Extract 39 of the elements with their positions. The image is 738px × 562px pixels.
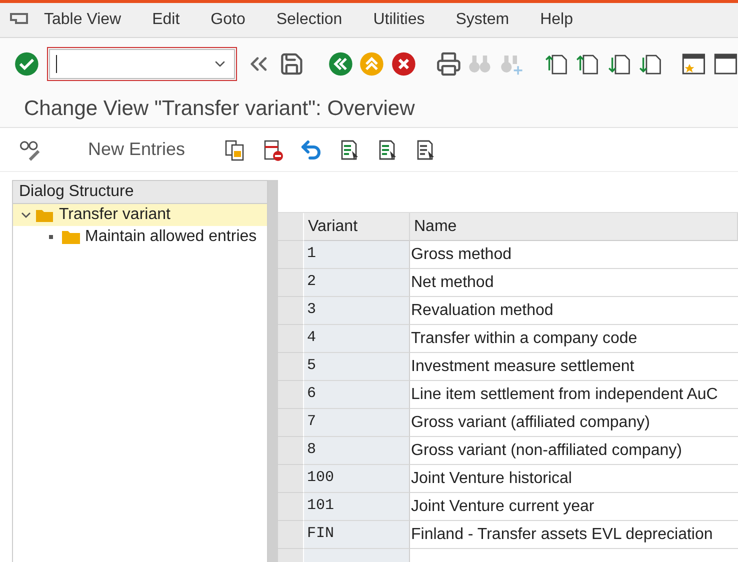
chevron-icon[interactable] [21, 210, 31, 220]
save-icon[interactable] [278, 51, 304, 77]
table-cell: 6 [304, 381, 410, 409]
folder-icon [35, 207, 55, 223]
folder-icon [61, 229, 81, 245]
column-header[interactable]: Name [410, 213, 738, 241]
check-icon[interactable] [14, 51, 40, 77]
table-cell: 3 [304, 297, 410, 325]
tree-item[interactable]: Maintain allowed entries [13, 226, 267, 248]
back-icon[interactable] [328, 51, 354, 77]
column-header[interactable]: Variant [304, 213, 410, 241]
table-cell: 4 [304, 325, 410, 353]
menu-item[interactable]: Utilities [373, 11, 425, 29]
page-title: Change View "Transfer variant": Overview [24, 96, 415, 120]
table-cell: 2 [304, 269, 410, 297]
panel-title: Dialog Structure [13, 181, 267, 204]
command-field[interactable] [49, 49, 236, 79]
table-cell: 100 [304, 465, 410, 493]
window-icon[interactable] [712, 51, 738, 77]
menu-item[interactable]: Goto [210, 11, 246, 29]
menu-item[interactable]: Help [540, 11, 573, 29]
table-cell: 5 [304, 353, 410, 381]
print-icon[interactable] [436, 51, 462, 77]
menu-item[interactable]: System [456, 11, 510, 29]
select-all-cell[interactable] [278, 213, 304, 241]
undo-icon[interactable] [299, 138, 324, 162]
table-cell: 101 [304, 493, 410, 521]
bookmark-window-icon[interactable] [681, 51, 707, 77]
menu-item[interactable]: Edit [152, 11, 180, 29]
new-entries-button[interactable]: New Entries [78, 135, 196, 164]
cancel-icon[interactable] [390, 51, 416, 77]
table-cell: 1 [304, 241, 410, 269]
bullet-icon [49, 235, 53, 239]
menu-item[interactable]: Table View [44, 11, 122, 29]
table-cell: 8 [304, 437, 410, 465]
table-cell: FIN [304, 521, 410, 549]
menu-item[interactable]: Selection [276, 11, 342, 29]
table-cell: 7 [304, 409, 410, 437]
tree-item[interactable]: Transfer variant [13, 204, 267, 226]
